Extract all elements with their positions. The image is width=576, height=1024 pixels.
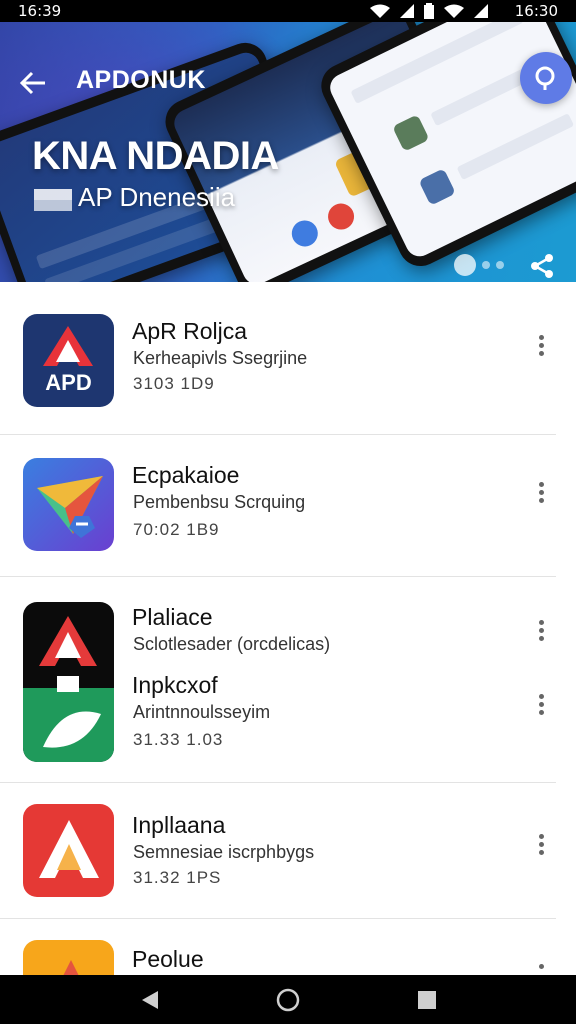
app-title: ApR Roljca	[132, 318, 248, 344]
divider	[0, 918, 556, 919]
search-icon	[535, 66, 555, 90]
orange-app-icon	[23, 940, 114, 976]
search-button[interactable]	[520, 52, 572, 104]
carousel-dot-active[interactable]	[454, 254, 476, 276]
back-arrow-icon[interactable]	[18, 67, 50, 99]
carousel-dot[interactable]	[496, 261, 504, 269]
status-bar: 16:39 16:30	[0, 0, 576, 22]
mock-avatar	[392, 114, 430, 152]
app-title: Inpkcxof	[132, 672, 218, 698]
status-time-secondary: 16:30	[514, 2, 558, 20]
app-title: Peolue	[132, 946, 204, 972]
app-title: Plaliace	[132, 604, 213, 630]
mock-avatar	[287, 216, 323, 251]
red-a-icon	[23, 602, 114, 762]
wifi-icon	[370, 4, 390, 18]
mock-row	[456, 113, 575, 181]
orange-app-graphic	[63, 960, 79, 976]
app-meta: 70:02 1B9	[133, 520, 220, 539]
home-circle-icon[interactable]	[275, 987, 301, 1013]
divider	[0, 782, 556, 783]
recents-square-icon[interactable]	[414, 987, 440, 1013]
app-subtitle: Arintnnoulsseyim	[133, 702, 271, 722]
divider	[0, 576, 556, 577]
red-triangle-graphic	[39, 820, 99, 878]
paper-plane-icon	[23, 458, 114, 551]
carousel-indicator[interactable]	[454, 254, 504, 276]
app-icon-label: APD	[45, 370, 92, 395]
wifi-icon	[444, 4, 464, 18]
hero-subtitle: AP Dnenesiia	[78, 182, 236, 212]
more-options-icon[interactable]	[534, 964, 548, 974]
battery-icon	[424, 3, 434, 19]
app-title: Inpllaana	[132, 812, 226, 838]
more-options-icon[interactable]	[534, 335, 548, 361]
app-subtitle: Pembenbsu Scrquing	[133, 492, 306, 512]
share-icon[interactable]	[528, 252, 556, 280]
app-subtitle: Kerheapivls Ssegrjine	[133, 348, 308, 368]
mock-avatar	[323, 199, 359, 234]
hero-banner: APDONUK KNA NDADIA AP Dnenesiia	[0, 22, 576, 282]
more-options-icon[interactable]	[534, 620, 548, 646]
apd-logo-icon: APD	[23, 314, 114, 407]
app-subtitle: Sclotlesader (orcdelicas)	[133, 634, 331, 654]
status-time: 16:39	[18, 2, 62, 20]
app-meta: 3103 1D9	[133, 374, 215, 393]
signal-icon	[474, 4, 488, 18]
app-title: Ecpakaioe	[132, 462, 240, 488]
divider	[0, 434, 556, 435]
app-meta: 31.32 1PS	[133, 868, 222, 887]
navigation-bar	[0, 975, 576, 1024]
carousel-dot[interactable]	[482, 261, 490, 269]
app-meta: 31.33 1.03	[133, 730, 224, 749]
red-a-graphic	[23, 616, 114, 762]
flag-icon	[34, 189, 72, 211]
app-subtitle: Semnesiae iscrphbygs	[133, 842, 315, 862]
signal-icon	[400, 4, 414, 18]
paper-plane-graphic	[37, 476, 103, 538]
red-triangle-icon	[23, 804, 114, 897]
more-options-icon[interactable]	[534, 694, 548, 720]
mock-avatar	[418, 168, 456, 206]
hero-title: KNA NDADIA	[32, 134, 279, 178]
app-name: APDONUK	[76, 66, 206, 94]
more-options-icon[interactable]	[534, 834, 548, 860]
back-triangle-icon[interactable]	[138, 987, 164, 1013]
status-icons	[370, 3, 488, 19]
more-options-icon[interactable]	[534, 482, 548, 508]
